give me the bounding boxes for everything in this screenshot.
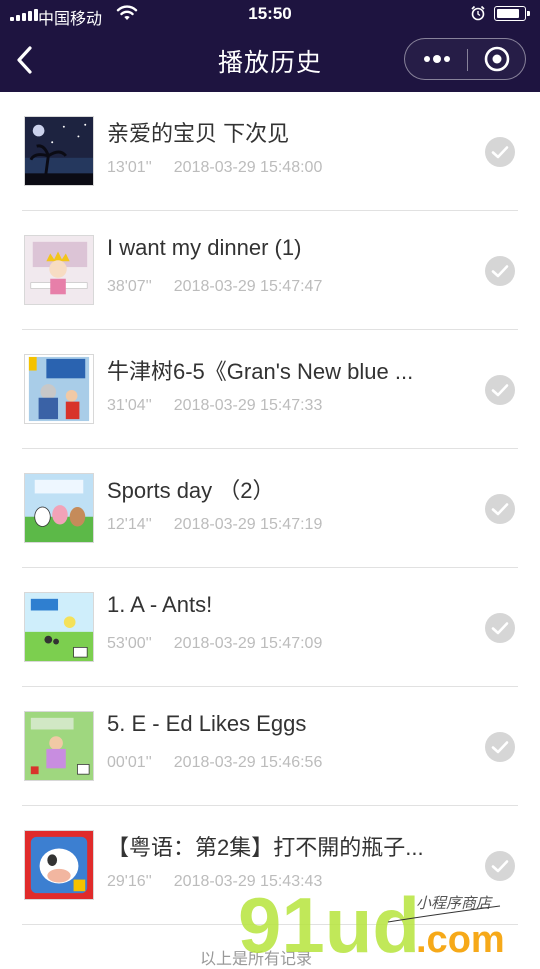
check-circle-icon[interactable] xyxy=(484,255,516,287)
item-duration: 13'01'' xyxy=(107,159,152,176)
item-title: 牛津树6-5《Gran's New blue ... xyxy=(107,359,414,384)
history-item[interactable]: I want my dinner (1) 38'07'' 2018-03-29 1… xyxy=(22,211,518,330)
item-duration: 29'16'' xyxy=(107,873,152,890)
thumbnail-gran-shoes xyxy=(24,354,94,424)
history-item[interactable]: Sports day （2） 12'14'' 2018-03-29 15:47:1… xyxy=(22,449,518,568)
item-timestamp: 2018-03-29 15:48:00 xyxy=(173,159,323,176)
item-timestamp: 2018-03-29 15:46:56 xyxy=(173,754,323,771)
status-time: 15:50 xyxy=(248,4,292,23)
watermark-domain: .com xyxy=(416,919,505,960)
target-close-icon xyxy=(484,46,510,72)
item-duration: 38'07'' xyxy=(107,278,152,295)
item-meta: 13'01'' 2018-03-29 15:48:00 xyxy=(107,159,322,177)
thumbnail-eggs xyxy=(24,711,94,781)
item-meta: 31'04'' 2018-03-29 15:47:33 xyxy=(107,397,322,415)
history-list: 亲爱的宝贝 下次见 13'01'' 2018-03-29 15:48:00 I w… xyxy=(0,92,540,925)
item-title: 【粤语：第2集】打不開的瓶子... xyxy=(107,835,424,860)
item-duration: 00'01'' xyxy=(107,754,152,771)
item-title: I want my dinner (1) xyxy=(107,235,302,260)
thumbnail-cow xyxy=(24,830,94,900)
mini-program-capsule xyxy=(404,38,526,80)
item-timestamp: 2018-03-29 15:47:19 xyxy=(173,516,323,533)
alarm-clock-icon xyxy=(471,5,485,21)
item-title: 亲爱的宝贝 下次见 xyxy=(107,121,290,146)
check-circle-icon[interactable] xyxy=(484,731,516,763)
history-item[interactable]: 1. A - Ants! 53'00'' 2018-03-29 15:47:09 xyxy=(22,568,518,687)
check-circle-icon[interactable] xyxy=(484,850,516,882)
battery-icon xyxy=(494,6,530,21)
more-dots-icon xyxy=(424,55,450,63)
close-mini-program-button[interactable] xyxy=(468,39,526,79)
history-item[interactable]: 5. E - Ed Likes Eggs 00'01'' 2018-03-29 1… xyxy=(22,687,518,806)
top-bar: 中国移动 15:50 播放历史 xyxy=(0,0,540,92)
item-duration: 53'00'' xyxy=(107,635,152,652)
watermark-brand: 91ud xyxy=(238,888,420,960)
watermark-tagline: 小程序商店 xyxy=(416,894,493,912)
thumbnail-princess xyxy=(24,235,94,305)
item-duration: 31'04'' xyxy=(107,397,152,414)
item-meta: 00'01'' 2018-03-29 15:46:56 xyxy=(107,754,322,772)
more-button[interactable] xyxy=(405,39,467,79)
item-meta: 38'07'' 2018-03-29 15:47:47 xyxy=(107,278,322,296)
history-item[interactable]: 亲爱的宝贝 下次见 13'01'' 2018-03-29 15:48:00 xyxy=(22,92,518,211)
item-title: 1. A - Ants! xyxy=(107,592,213,617)
item-meta: 12'14'' 2018-03-29 15:47:19 xyxy=(107,516,322,534)
item-duration: 12'14'' xyxy=(107,516,152,533)
history-item[interactable]: 牛津树6-5《Gran's New blue ... 31'04'' 2018-0… xyxy=(22,330,518,449)
item-title: 5. E - Ed Likes Eggs xyxy=(107,711,307,736)
thumbnail-night-palm xyxy=(24,116,94,186)
watermark-logo: 91ud .com 小程序商店 xyxy=(238,888,505,960)
check-circle-icon[interactable] xyxy=(484,136,516,168)
check-circle-icon[interactable] xyxy=(484,612,516,644)
thumbnail-ants xyxy=(24,592,94,662)
item-timestamp: 2018-03-29 15:47:09 xyxy=(173,635,323,652)
item-timestamp: 2018-03-29 15:47:33 xyxy=(173,397,323,414)
check-circle-icon[interactable] xyxy=(484,493,516,525)
check-circle-icon[interactable] xyxy=(484,374,516,406)
item-timestamp: 2018-03-29 15:47:47 xyxy=(173,278,323,295)
item-meta: 53'00'' 2018-03-29 15:47:09 xyxy=(107,635,322,653)
item-title: Sports day （2） xyxy=(107,478,275,503)
nav-bar: 播放历史 xyxy=(0,30,540,92)
thumbnail-sports xyxy=(24,473,94,543)
status-bar: 中国移动 15:50 xyxy=(0,0,540,30)
